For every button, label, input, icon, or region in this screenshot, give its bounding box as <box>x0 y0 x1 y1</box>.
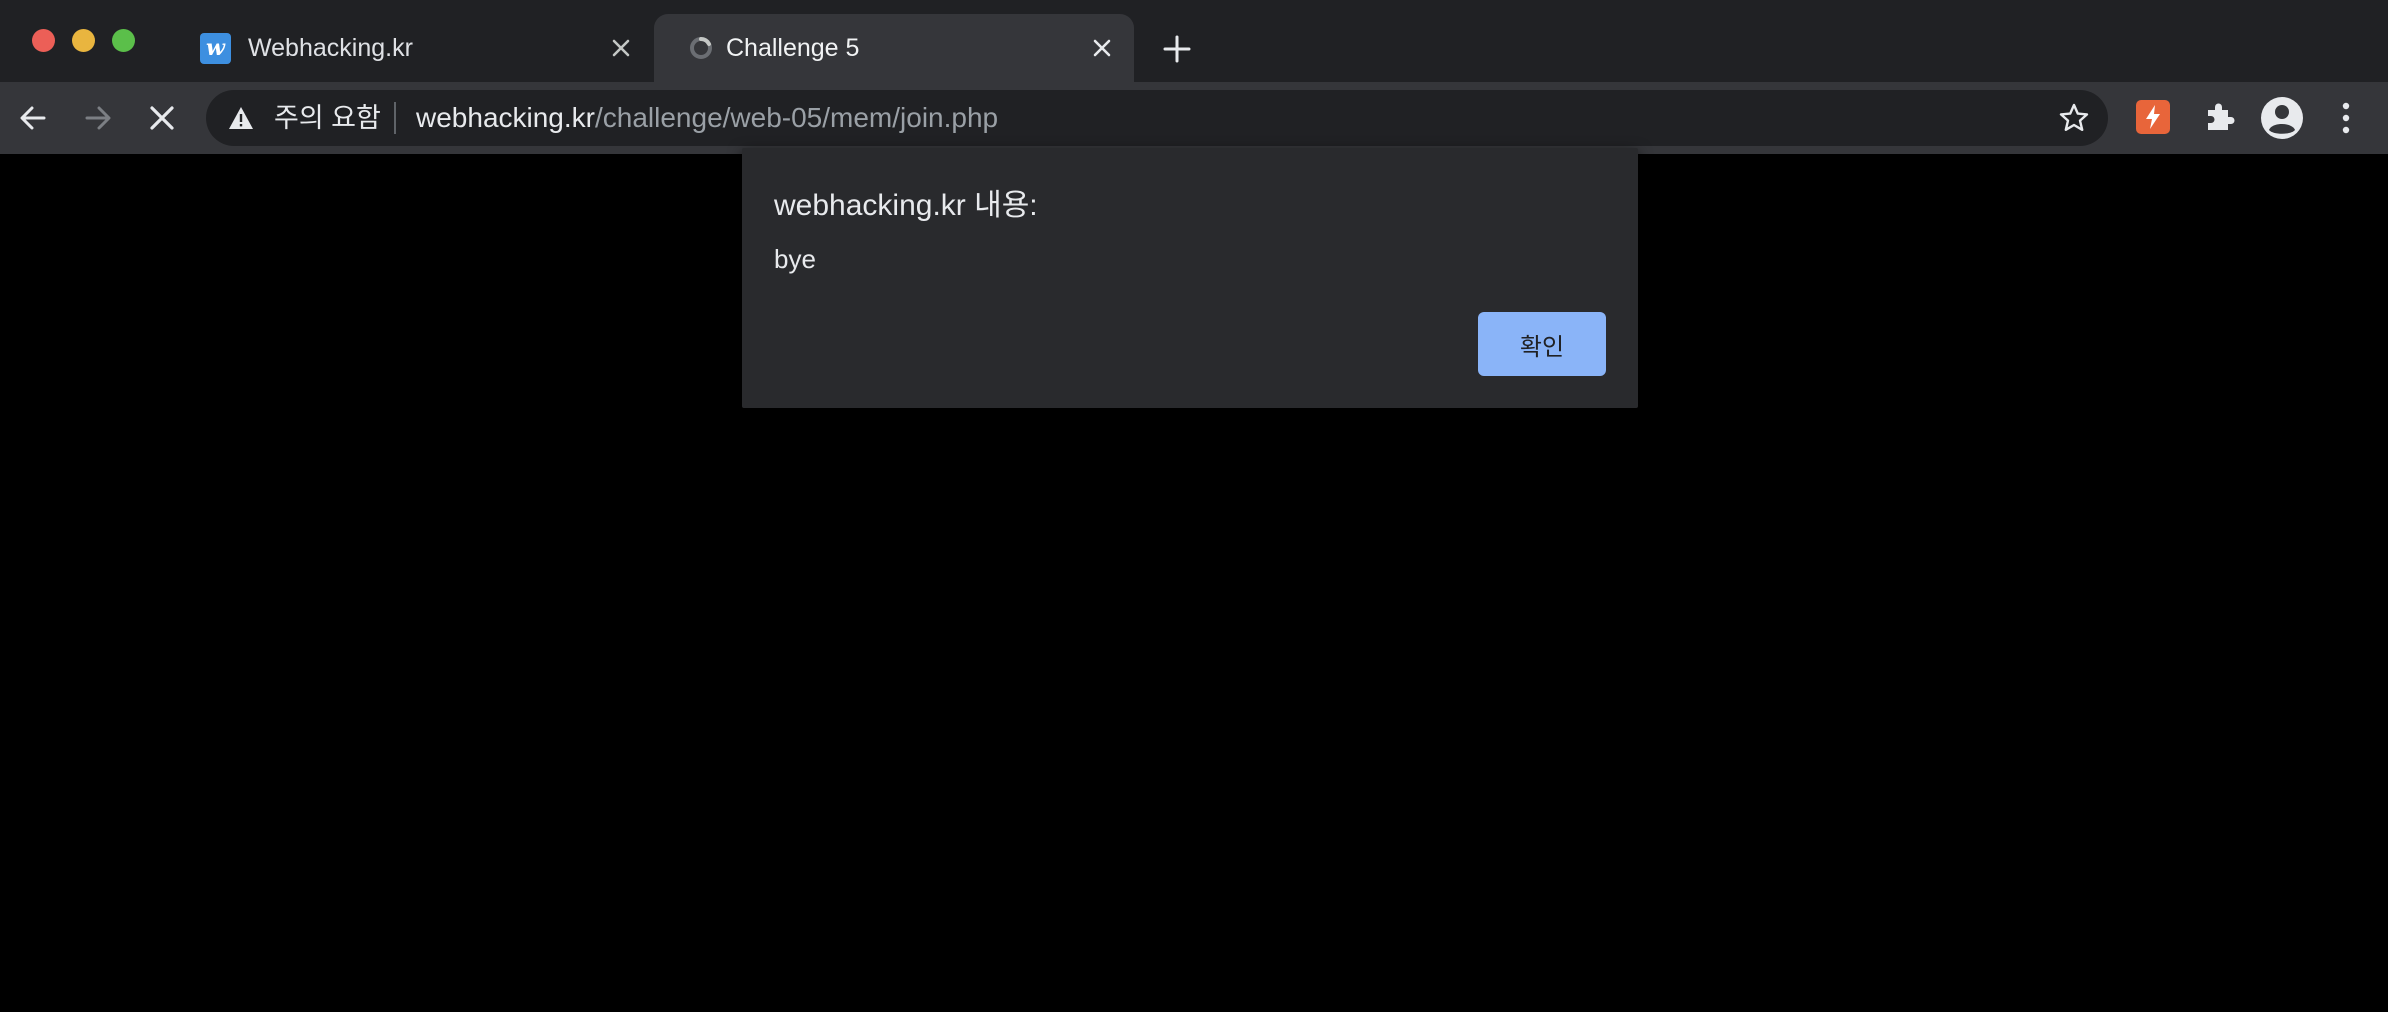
close-icon[interactable] <box>607 34 635 62</box>
url-text[interactable]: webhacking.kr/challenge/web-05/mem/join.… <box>416 90 998 146</box>
loading-icon <box>690 37 712 59</box>
bookmark-star-icon[interactable] <box>2058 102 2090 134</box>
address-bar[interactable]: 주의 요함 webhacking.kr/challenge/web-05/mem… <box>206 90 2108 146</box>
new-tab-plus-icon[interactable] <box>1160 32 1194 66</box>
dialog-title: webhacking.kr 내용: <box>774 189 1038 222</box>
omnibox-divider <box>394 102 396 134</box>
warning-icon[interactable] <box>228 106 254 130</box>
stop-loading-icon[interactable] <box>144 100 180 136</box>
dialog-message: bye <box>774 244 816 274</box>
alert-dialog: webhacking.kr 내용: bye 확인 <box>742 148 1638 408</box>
url-path: /challenge/web-05/mem/join.php <box>594 102 999 133</box>
security-status-label[interactable]: 주의 요함 <box>274 90 381 146</box>
browser-toolbar: 주의 요함 webhacking.kr/challenge/web-05/mem… <box>0 82 2388 154</box>
browser-titlebar: w Webhacking.kr Challenge 5 <box>0 0 2388 82</box>
forward-arrow-icon[interactable] <box>80 100 116 136</box>
tab-title: Challenge 5 <box>726 34 860 62</box>
close-icon[interactable] <box>1088 34 1116 62</box>
extensions-puzzle-icon[interactable] <box>2200 98 2238 136</box>
close-window-button[interactable] <box>32 29 55 52</box>
url-host: webhacking.kr <box>416 102 595 133</box>
minimize-window-button[interactable] <box>72 29 95 52</box>
profile-avatar-icon[interactable] <box>2259 95 2305 141</box>
ok-button[interactable]: 확인 <box>1478 312 1606 376</box>
tab-title: Webhacking.kr <box>248 34 413 62</box>
more-menu-icon[interactable] <box>2336 98 2356 138</box>
back-arrow-icon[interactable] <box>15 100 51 136</box>
maximize-window-button[interactable] <box>112 29 135 52</box>
tab-webhacking[interactable]: w Webhacking.kr <box>180 14 640 82</box>
tab-challenge-5[interactable]: Challenge 5 <box>654 14 1134 82</box>
w-logo-icon: w <box>200 33 231 64</box>
extension-bolt-icon[interactable] <box>2136 100 2170 134</box>
